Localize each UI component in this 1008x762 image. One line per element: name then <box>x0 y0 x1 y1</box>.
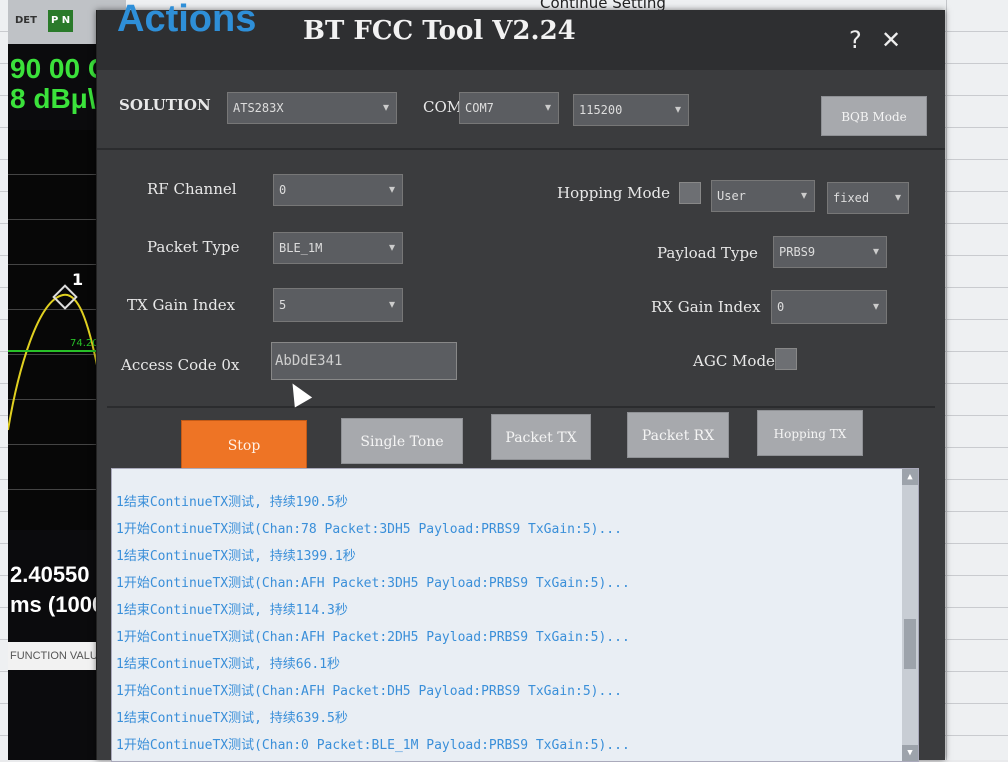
chevron-down-icon: ▼ <box>674 104 681 116</box>
com-port-value: COM7 <box>465 101 494 115</box>
single-tone-button[interactable]: Single Tone <box>341 418 463 464</box>
analyzer-freq-line2: 8 dBμ\ <box>10 83 96 114</box>
agc-mode-checkbox[interactable] <box>775 348 797 370</box>
hopping-user-select[interactable]: User ▼ <box>711 180 815 212</box>
hopping-mode-label: Hopping Mode <box>557 184 671 202</box>
bt-fcc-tool-window: Actions BT FCC Tool V2.24 ? ✕ SOLUTION A… <box>96 0 945 762</box>
log-line: 1开始ContinueTX测试(Chan:0 Packet:BLE_1M Pay… <box>116 738 630 753</box>
rf-channel-label: RF Channel <box>147 180 237 198</box>
marker-label: 1 <box>72 270 84 289</box>
packet-tx-button[interactable]: Packet TX <box>491 414 591 460</box>
analyzer-freq-line1: 90 00 C <box>10 53 109 84</box>
log-scrollbar[interactable]: ▲ ▼ <box>902 469 918 761</box>
com-label: COM <box>423 98 463 116</box>
tx-gain-index-value: 5 <box>279 298 287 312</box>
chevron-down-icon: ▼ <box>388 242 395 254</box>
stop-button[interactable]: Stop <box>181 420 307 470</box>
packet-type-label: Packet Type <box>147 238 240 256</box>
chevron-down-icon: ▼ <box>872 301 879 313</box>
actions-logo: Actions <box>117 0 257 40</box>
log-line: 1开始ContinueTX测试(Chan:AFH Packet:DH5 Payl… <box>116 684 622 699</box>
agc-mode-label: AGC Mode <box>693 352 775 370</box>
chevron-down-icon: ▼ <box>800 190 807 202</box>
log-output[interactable]: 1结束ContinueTX测试, 持续190.5秒 1开始ContinueTX测试… <box>111 468 919 762</box>
access-code-input[interactable]: AbDdE341 <box>271 342 457 380</box>
solution-label: SOLUTION <box>119 96 211 114</box>
chevron-down-icon: ▼ <box>544 102 551 114</box>
rx-gain-index-select[interactable]: 0 ▼ <box>771 290 887 324</box>
analyzer-readout-time: ms (1000 <box>10 592 105 617</box>
log-line: 1开始ContinueTX测试(Chan:78 Packet:3DH5 Payl… <box>116 522 622 537</box>
analyzer-tab-det: DET <box>15 15 37 26</box>
packet-rx-button[interactable]: Packet RX <box>627 412 729 458</box>
chevron-down-icon: ▼ <box>388 184 395 196</box>
section-divider <box>107 406 935 408</box>
com-port-select[interactable]: COM7 ▼ <box>459 92 559 124</box>
access-code-label: Access Code 0x <box>121 356 240 374</box>
hopping-user-value: User <box>717 189 746 203</box>
log-line: 1结束ContinueTX测试, 持续1399.1秒 <box>116 549 356 564</box>
connection-row: SOLUTION ATS283X ▼ COM COM7 ▼ 115200 ▼ B… <box>97 78 945 150</box>
log-lines: 1结束ContinueTX测试, 持续190.5秒 1开始ContinueTX测试… <box>116 489 630 759</box>
baud-rate-select[interactable]: 115200 ▼ <box>573 94 689 126</box>
chevron-down-icon: ▼ <box>894 192 901 204</box>
rx-gain-index-value: 0 <box>777 300 785 314</box>
log-line: 1结束ContinueTX测试, 持续190.5秒 <box>116 495 348 510</box>
tx-gain-index-select[interactable]: 5 ▼ <box>273 288 403 322</box>
close-icon[interactable]: ✕ <box>881 26 901 54</box>
hopping-fixed-select[interactable]: fixed ▼ <box>827 182 909 214</box>
packet-type-select[interactable]: BLE_1M ▼ <box>273 232 403 264</box>
rx-gain-index-label: RX Gain Index <box>651 298 761 316</box>
packet-type-value: BLE_1M <box>279 241 323 255</box>
payload-type-label: Payload Type <box>657 244 758 262</box>
payload-type-value: PRBS9 <box>779 245 816 259</box>
payload-type-select[interactable]: PRBS9 ▼ <box>773 236 887 268</box>
rf-channel-value: 0 <box>279 183 287 197</box>
chevron-down-icon: ▼ <box>382 102 389 114</box>
analyzer-frequency: 90 00 C 8 dBμ\ <box>10 54 108 114</box>
help-icon[interactable]: ? <box>849 26 862 54</box>
tx-gain-index-label: TX Gain Index <box>127 296 236 314</box>
analyzer-tab-pn: P N <box>48 10 74 32</box>
solution-value: ATS283X <box>233 101 284 115</box>
scroll-thumb[interactable] <box>904 619 916 669</box>
hopping-tx-button[interactable]: Hopping TX <box>757 410 863 456</box>
log-line: 1结束ContinueTX测试, 持续114.3秒 <box>116 603 348 618</box>
title-bar: Actions BT FCC Tool V2.24 ? ✕ <box>97 0 945 70</box>
window-title: BT FCC Tool V2.24 <box>303 16 576 46</box>
log-line: 1结束ContinueTX测试, 持续66.1秒 <box>116 657 341 672</box>
bqb-mode-button[interactable]: BQB Mode <box>821 96 927 136</box>
scroll-up-icon[interactable]: ▲ <box>902 469 918 485</box>
chevron-down-icon: ▼ <box>872 246 879 258</box>
log-line: 1开始ContinueTX测试(Chan:AFH Packet:2DH5 Pay… <box>116 630 630 645</box>
scroll-down-icon[interactable]: ▼ <box>902 745 918 761</box>
log-line: 1开始ContinueTX测试(Chan:AFH Packet:3DH5 Pay… <box>116 576 630 591</box>
hopping-mode-checkbox[interactable] <box>679 182 701 204</box>
baud-rate-value: 115200 <box>579 103 623 117</box>
hopping-fixed-value: fixed <box>833 191 870 205</box>
rf-channel-select[interactable]: 0 ▼ <box>273 174 403 206</box>
solution-select[interactable]: ATS283X ▼ <box>227 92 397 124</box>
marker-level-label: 74.20 <box>70 338 99 349</box>
chevron-down-icon: ▼ <box>388 299 395 311</box>
analyzer-readout-frequency: 2.40550 <box>10 562 90 587</box>
log-line: 1结束ContinueTX测试, 持续639.5秒 <box>116 711 348 726</box>
